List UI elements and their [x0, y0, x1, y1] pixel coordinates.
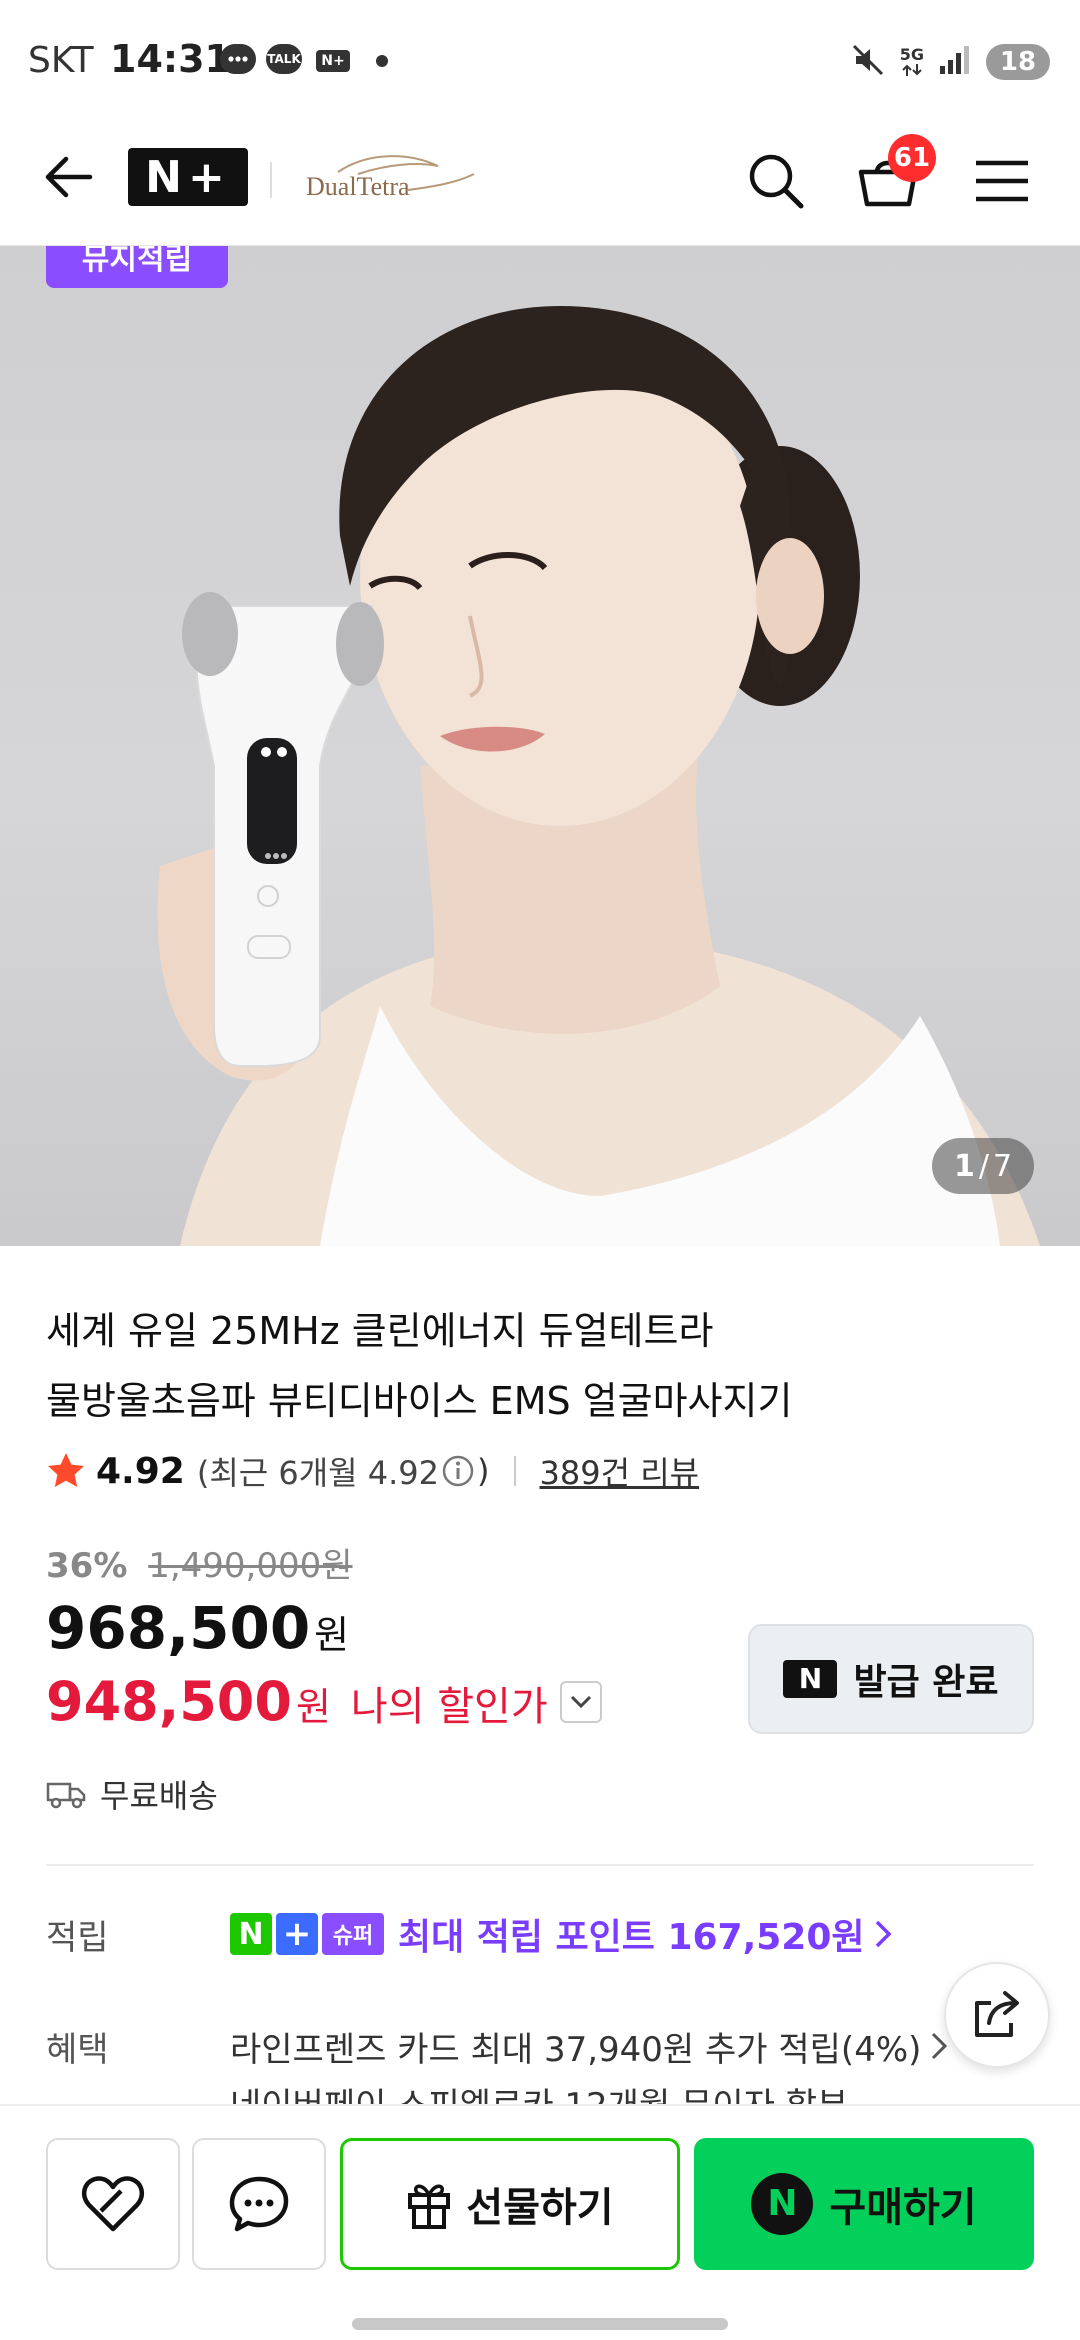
sale-price: 968,500 원: [46, 1594, 349, 1662]
original-price: 1,490,000원: [148, 1546, 353, 1586]
arrow-left-icon: [45, 156, 93, 198]
discount-row: 36% 1,490,000원: [46, 1538, 353, 1587]
heart-icon: [81, 2176, 145, 2232]
logo-divider: [270, 162, 272, 198]
product-photo: [157, 306, 1040, 1246]
network-5g-icon: 5G: [900, 47, 924, 77]
menu-button[interactable]: [966, 145, 1038, 217]
my-discount-price[interactable]: 948,500 원 나의 할인가: [46, 1670, 602, 1733]
status-bar: SKT 14:31 TALK N+ 5G 18: [0, 0, 1080, 120]
mute-icon: [850, 42, 886, 82]
page-total: 7: [992, 1148, 1013, 1184]
bottom-action-bar: 선물하기 N 구매하기: [0, 2104, 1080, 2340]
battery-icon: 18: [986, 44, 1050, 80]
buy-label: 구매하기: [829, 2185, 977, 2231]
recent-rating-close: ): [477, 1452, 490, 1490]
search-icon: [749, 154, 804, 209]
status-icons: 5G 18: [850, 40, 1050, 84]
coupon-issued-button[interactable]: N 발급 완료: [748, 1624, 1034, 1734]
review-count-link[interactable]: 389건 리뷰: [540, 1448, 700, 1494]
chevron-right-icon: [932, 2032, 948, 2060]
shipping-text: 무료배송: [100, 1777, 218, 1815]
points-row[interactable]: 적립 N + 슈퍼 최대 적립 포인트 167,520원: [46, 1906, 893, 1962]
max-points-text: 최대 적립 포인트 167,520원: [398, 1917, 865, 1958]
share-button[interactable]: [944, 1962, 1050, 2068]
chevron-right-icon: [875, 1920, 892, 1948]
gift-button[interactable]: 선물하기: [340, 2138, 680, 2270]
my-price-currency: 원: [295, 1685, 331, 1729]
search-button[interactable]: [740, 145, 812, 217]
kakaotalk-notification-icon: TALK: [266, 44, 302, 74]
naver-coupon-icon: N: [783, 1660, 838, 1698]
truck-icon: [46, 1782, 86, 1809]
signal-icon: [938, 44, 972, 80]
recent-rating-text: (최근 6개월 4.92: [196, 1454, 440, 1492]
coupon-label: 발급 완료: [853, 1662, 999, 1703]
info-icon[interactable]: [441, 1454, 475, 1488]
benefit-row[interactable]: 혜택 라인프렌즈 카드 최대 37,940원 추가 적립(4%): [46, 2018, 949, 2074]
gift-icon: [408, 2184, 451, 2229]
naver-n-badge: N: [230, 1913, 272, 1955]
message-notification-icon: [220, 44, 256, 74]
my-price-value: 948,500: [46, 1670, 292, 1733]
naver-plus-notification-icon: N+: [316, 50, 350, 72]
rating-row: 4.92 (최근 6개월 4.92 ) 389건 리뷰: [46, 1446, 699, 1496]
star-icon: [48, 1453, 84, 1487]
wishlist-button[interactable]: [46, 2138, 180, 2270]
page-separator: /: [978, 1148, 989, 1184]
shipping-row: 무료배송: [46, 1772, 218, 1816]
cart-count-badge: 61: [888, 134, 936, 182]
home-indicator[interactable]: [352, 2318, 728, 2330]
product-title: 세계 유일 25MHz 클린에너지 듀얼테트라 물방울초음파 뷰티디바이스 EM…: [46, 1296, 1006, 1436]
product-title-line-1: 세계 유일 25MHz 클린에너지 듀얼테트라: [46, 1309, 714, 1353]
rating-value: 4.92: [96, 1450, 185, 1492]
hamburger-menu-icon: [976, 160, 1028, 202]
naver-plus-badge: +: [276, 1913, 318, 1955]
more-notifications-dot-icon: [376, 55, 388, 67]
naver-plus-store-logo[interactable]: N+: [128, 148, 248, 206]
sale-price-currency: 원: [314, 1613, 350, 1657]
card-benefit-text: 라인프렌즈 카드 최대 37,940원 추가 적립(4%): [230, 2029, 922, 2070]
product-image-carousel[interactable]: 뮤지적립 1 / 7: [0, 246, 1080, 1246]
brand-logo[interactable]: DualTetra: [298, 150, 478, 210]
gift-label: 선물하기: [466, 2185, 614, 2231]
carrier-label: SKT: [28, 40, 94, 81]
app-header: N+ DualTetra 61: [0, 120, 1080, 246]
points-label: 적립: [46, 1917, 109, 1958]
share-icon: [975, 1991, 1019, 2037]
page-current: 1: [953, 1148, 975, 1184]
brand-name: DualTetra: [306, 172, 410, 201]
rating-divider: [513, 1456, 516, 1486]
chat-bubble-icon: [229, 2176, 289, 2232]
naver-pay-icon: N: [751, 2173, 814, 2235]
discount-rate: 36%: [46, 1546, 128, 1586]
image-page-indicator: 1 / 7: [932, 1138, 1034, 1194]
benefit-label: 혜택: [46, 2029, 109, 2070]
my-price-label: 나의 할인가: [350, 1684, 548, 1730]
sale-price-value: 968,500: [46, 1594, 311, 1662]
clock: 14:31: [110, 37, 231, 81]
section-divider: [46, 1864, 1034, 1866]
talk-talk-button[interactable]: [192, 2138, 326, 2270]
product-title-line-2: 물방울초음파 뷰티디바이스 EMS 얼굴마사지기: [46, 1379, 793, 1423]
super-badge: 슈퍼: [322, 1913, 384, 1955]
promo-tag: 뮤지적립: [46, 246, 228, 288]
buy-button[interactable]: N 구매하기: [694, 2138, 1034, 2270]
back-button[interactable]: [36, 145, 100, 209]
chevron-down-icon[interactable]: [559, 1680, 602, 1723]
